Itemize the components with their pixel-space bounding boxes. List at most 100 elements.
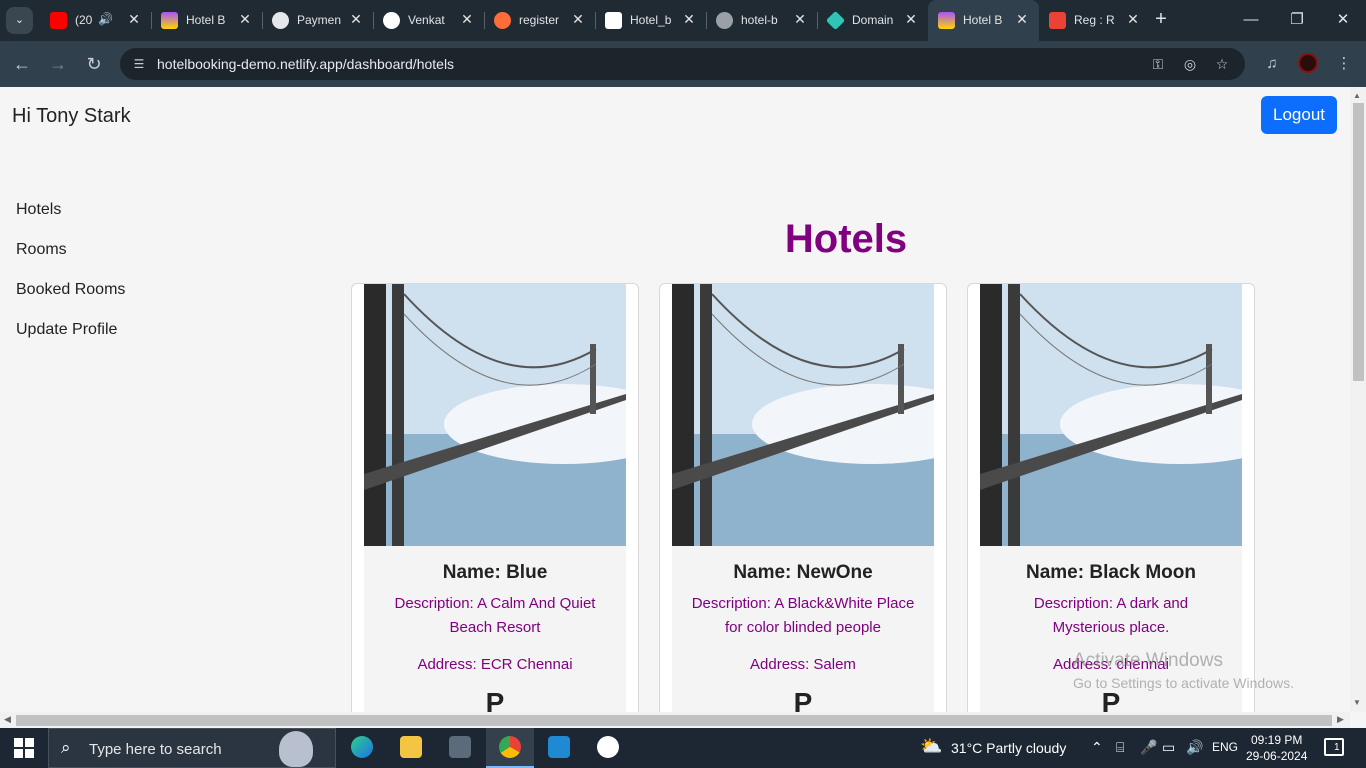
profile-avatar[interactable] xyxy=(1298,53,1318,73)
sidebar-item-update-profile[interactable]: Update Profile xyxy=(16,321,125,361)
search-icon: ⌕ xyxy=(61,738,71,757)
reload-button[interactable]: ↻ xyxy=(81,51,107,77)
close-window-button[interactable]: ✕ xyxy=(1328,8,1358,32)
hotel-card-cut-off-text: P xyxy=(793,687,813,712)
browser-tab-strip: ⌄ (20 🔊 ✕ Hotel B ✕ Paymen ✕ Venkat ✕ re… xyxy=(0,0,1366,41)
weather-icon[interactable]: ⛅ xyxy=(920,736,942,757)
weather-text[interactable]: 31°C Partly cloudy xyxy=(951,740,1066,756)
system-clock[interactable]: 09:19 PM 29-06-2024 xyxy=(1246,732,1307,764)
minimize-button[interactable]: — xyxy=(1236,8,1266,32)
hotel-image xyxy=(364,284,626,546)
close-icon[interactable]: ✕ xyxy=(1013,10,1031,28)
bookmark-star-icon[interactable]: ☆ xyxy=(1212,54,1232,74)
hotel-card[interactable]: Name: Black Moon Description: A dark and… xyxy=(967,283,1255,712)
wifi-icon[interactable]: ▭ xyxy=(1162,739,1175,756)
hotel-card-body: Name: NewOne Description: A Black&White … xyxy=(672,546,934,712)
tab-title: Domain xyxy=(852,13,894,27)
browser-tab[interactable]: Paymen ✕ xyxy=(262,0,374,41)
hotel-card[interactable]: Name: Blue Description: A Calm And Quiet… xyxy=(351,283,639,712)
tab-title: Reg : R xyxy=(1074,13,1115,27)
netlify-icon xyxy=(825,10,846,31)
github-icon xyxy=(383,12,400,29)
password-key-icon[interactable]: ⚿ xyxy=(1148,54,1168,74)
scroll-down-icon[interactable]: ▼ xyxy=(1353,698,1361,707)
sidebar-nav: Hotels Rooms Booked Rooms Update Profile xyxy=(16,201,125,361)
vertical-scroll-thumb[interactable] xyxy=(1353,103,1364,381)
tab-search-button[interactable]: ⌄ xyxy=(6,7,33,34)
vite-icon xyxy=(938,12,955,29)
volume-icon[interactable]: 🔊 xyxy=(1186,739,1203,756)
close-icon[interactable]: ✕ xyxy=(902,10,920,28)
tab-title: register xyxy=(519,13,560,27)
sidebar-item-hotels[interactable]: Hotels xyxy=(16,201,125,241)
close-icon[interactable]: ✕ xyxy=(236,10,254,28)
browser-tab[interactable]: Hotel B ✕ xyxy=(151,0,263,41)
windows-taskbar: ⌕ Type here to search ⛅ 31°C Partly clou… xyxy=(0,728,1366,768)
browser-tab[interactable]: Domain ✕ xyxy=(817,0,928,41)
tab-title: Venkat xyxy=(408,13,445,27)
vscode-icon xyxy=(548,736,570,758)
browser-tab[interactable]: Venkat ✕ xyxy=(373,0,485,41)
notification-center-icon[interactable]: 1 xyxy=(1324,738,1344,756)
scroll-left-icon[interactable]: ◀ xyxy=(4,714,11,725)
close-icon[interactable]: ✕ xyxy=(125,10,143,28)
input-language[interactable]: ENG xyxy=(1212,740,1238,754)
taskbar-search-box[interactable]: ⌕ Type here to search xyxy=(48,728,336,768)
site-info-icon[interactable]: ☰ xyxy=(130,55,148,73)
browser-tab[interactable]: Reg : R ✕ xyxy=(1039,0,1150,41)
taskbar-app-chrome[interactable] xyxy=(486,728,534,768)
forward-button[interactable]: → xyxy=(45,51,71,77)
browser-tab[interactable]: Hotel_b ✕ xyxy=(595,0,707,41)
url-text[interactable]: hotelbooking-demo.netlify.app/dashboard/… xyxy=(157,56,454,72)
close-icon[interactable]: ✕ xyxy=(347,10,365,28)
address-bar[interactable]: ☰ hotelbooking-demo.netlify.app/dashboar… xyxy=(120,48,1245,80)
hotel-image xyxy=(672,284,934,546)
chevron-up-icon[interactable]: ⌃ xyxy=(1091,739,1103,756)
speaker-icon[interactable]: 🔊 xyxy=(98,12,113,26)
menu-kebab-icon[interactable]: ⋮ xyxy=(1332,52,1356,76)
sidebar-item-rooms[interactable]: Rooms xyxy=(16,241,125,281)
watermark-line-2: Go to Settings to activate Windows. xyxy=(1073,675,1294,691)
horizontal-scroll-thumb[interactable] xyxy=(16,715,1332,726)
page-content: Hi Tony Stark Logout Hotels Rooms Booked… xyxy=(0,87,1350,712)
taskbar-app-mongodb-compass[interactable] xyxy=(584,728,632,768)
network-device-icon[interactable]: ⌸ xyxy=(1116,739,1124,756)
close-icon[interactable]: ✕ xyxy=(680,10,698,28)
globe-icon xyxy=(716,12,733,29)
browser-tab[interactable]: (20 🔊 ✕ xyxy=(40,0,152,41)
vite-icon xyxy=(161,12,178,29)
media-control-icon[interactable]: ♫ xyxy=(1260,52,1284,76)
taskbar-app-vscode[interactable] xyxy=(535,728,583,768)
browser-tab[interactable]: hotel-b ✕ xyxy=(706,0,818,41)
windows-activation-watermark: Activate Windows Go to Settings to activ… xyxy=(1073,650,1294,691)
scroll-up-icon[interactable]: ▲ xyxy=(1353,91,1361,100)
windows-start-icon[interactable] xyxy=(14,738,34,758)
taskbar-app-calculator[interactable] xyxy=(436,728,484,768)
close-icon[interactable]: ✕ xyxy=(458,10,476,28)
new-tab-button[interactable]: + xyxy=(1150,8,1172,30)
vertical-scrollbar[interactable]: ▲ ▼ xyxy=(1350,87,1366,712)
sidebar-item-booked-rooms[interactable]: Booked Rooms xyxy=(16,281,125,321)
back-button[interactable]: ← xyxy=(9,51,35,77)
page-title: Hotels xyxy=(784,217,908,261)
browser-tab[interactable]: register ✕ xyxy=(484,0,596,41)
close-icon[interactable]: ✕ xyxy=(791,10,809,28)
close-icon[interactable]: ✕ xyxy=(569,10,587,28)
clock-date: 29-06-2024 xyxy=(1246,749,1308,763)
edge-icon xyxy=(351,736,373,758)
horizontal-scrollbar[interactable]: ◀ ▶ xyxy=(0,712,1350,728)
search-placeholder: Type here to search xyxy=(89,741,222,758)
taskbar-app-file-explorer[interactable] xyxy=(387,728,435,768)
browser-tab-active[interactable]: Hotel B ✕ xyxy=(928,0,1039,41)
youtube-icon xyxy=(50,12,67,29)
close-icon[interactable]: ✕ xyxy=(1124,10,1142,28)
logout-button[interactable]: Logout xyxy=(1261,96,1337,134)
clock-time: 09:19 PM xyxy=(1251,733,1303,747)
microphone-icon[interactable]: 🎤 xyxy=(1140,739,1157,756)
eye-off-icon[interactable]: ◎ xyxy=(1180,54,1200,74)
scroll-right-icon[interactable]: ▶ xyxy=(1337,714,1344,725)
hotel-name: Name: NewOne xyxy=(733,562,873,583)
taskbar-app-edge[interactable] xyxy=(338,728,386,768)
restore-button[interactable]: ❐ xyxy=(1282,8,1312,32)
hotel-card[interactable]: Name: NewOne Description: A Black&White … xyxy=(659,283,947,712)
